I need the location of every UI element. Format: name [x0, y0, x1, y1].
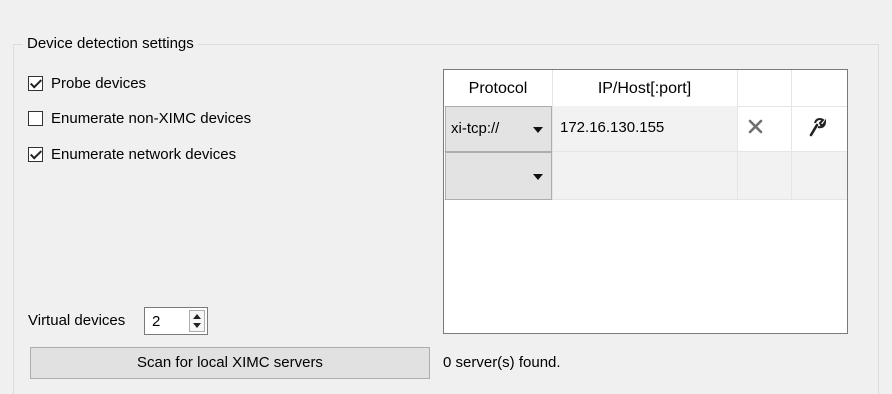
group-title: Device detection settings [23, 35, 198, 52]
enumerate-network-option[interactable]: Enumerate network devices [28, 146, 236, 163]
table-header: Protocol IP/Host[:port] [444, 70, 847, 107]
enumerate-network-checkbox[interactable] [28, 147, 43, 162]
enumerate-non-ximc-label: Enumerate non-XIMC devices [51, 110, 252, 127]
scan-status: 0 server(s) found. [443, 354, 561, 371]
spin-buttons[interactable] [189, 310, 205, 332]
table-row[interactable] [444, 152, 847, 200]
probe-devices-label: Probe devices [51, 75, 147, 92]
wrench-icon[interactable] [804, 116, 827, 138]
protocol-value: xi-tcp:// [451, 120, 500, 137]
protocol-select[interactable] [445, 152, 552, 200]
spin-down-icon[interactable] [193, 323, 201, 328]
network-hosts-table: Protocol IP/Host[:port] xi-tcp:// 172.16… [443, 69, 848, 334]
protocol-select[interactable]: xi-tcp:// [445, 106, 552, 152]
chevron-down-icon [533, 127, 543, 133]
close-icon[interactable] [746, 116, 766, 136]
virtual-devices-value[interactable]: 2 [152, 313, 160, 330]
host-value: 172.16.130.155 [560, 119, 665, 136]
enumerate-non-ximc-checkbox[interactable] [28, 111, 43, 126]
virtual-devices-label: Virtual devices [28, 312, 126, 329]
column-header-protocol[interactable]: Protocol [444, 70, 552, 106]
enumerate-non-ximc-option[interactable]: Enumerate non-XIMC devices [28, 110, 251, 127]
probe-devices-checkbox[interactable] [28, 76, 43, 91]
spin-up-icon[interactable] [193, 314, 201, 319]
host-cell[interactable] [553, 152, 737, 199]
column-header-host[interactable]: IP/Host[:port] [552, 70, 737, 106]
virtual-devices-spinbox[interactable]: 2 [144, 307, 208, 335]
table-row[interactable]: xi-tcp:// 172.16.130.155 [444, 106, 847, 152]
enumerate-network-label: Enumerate network devices [51, 146, 237, 163]
edit-cell[interactable] [792, 152, 847, 199]
remove-cell[interactable] [738, 152, 791, 199]
chevron-down-icon [533, 174, 543, 180]
scan-servers-button[interactable]: Scan for local XIMC servers [30, 347, 430, 379]
probe-devices-option[interactable]: Probe devices [28, 75, 146, 92]
